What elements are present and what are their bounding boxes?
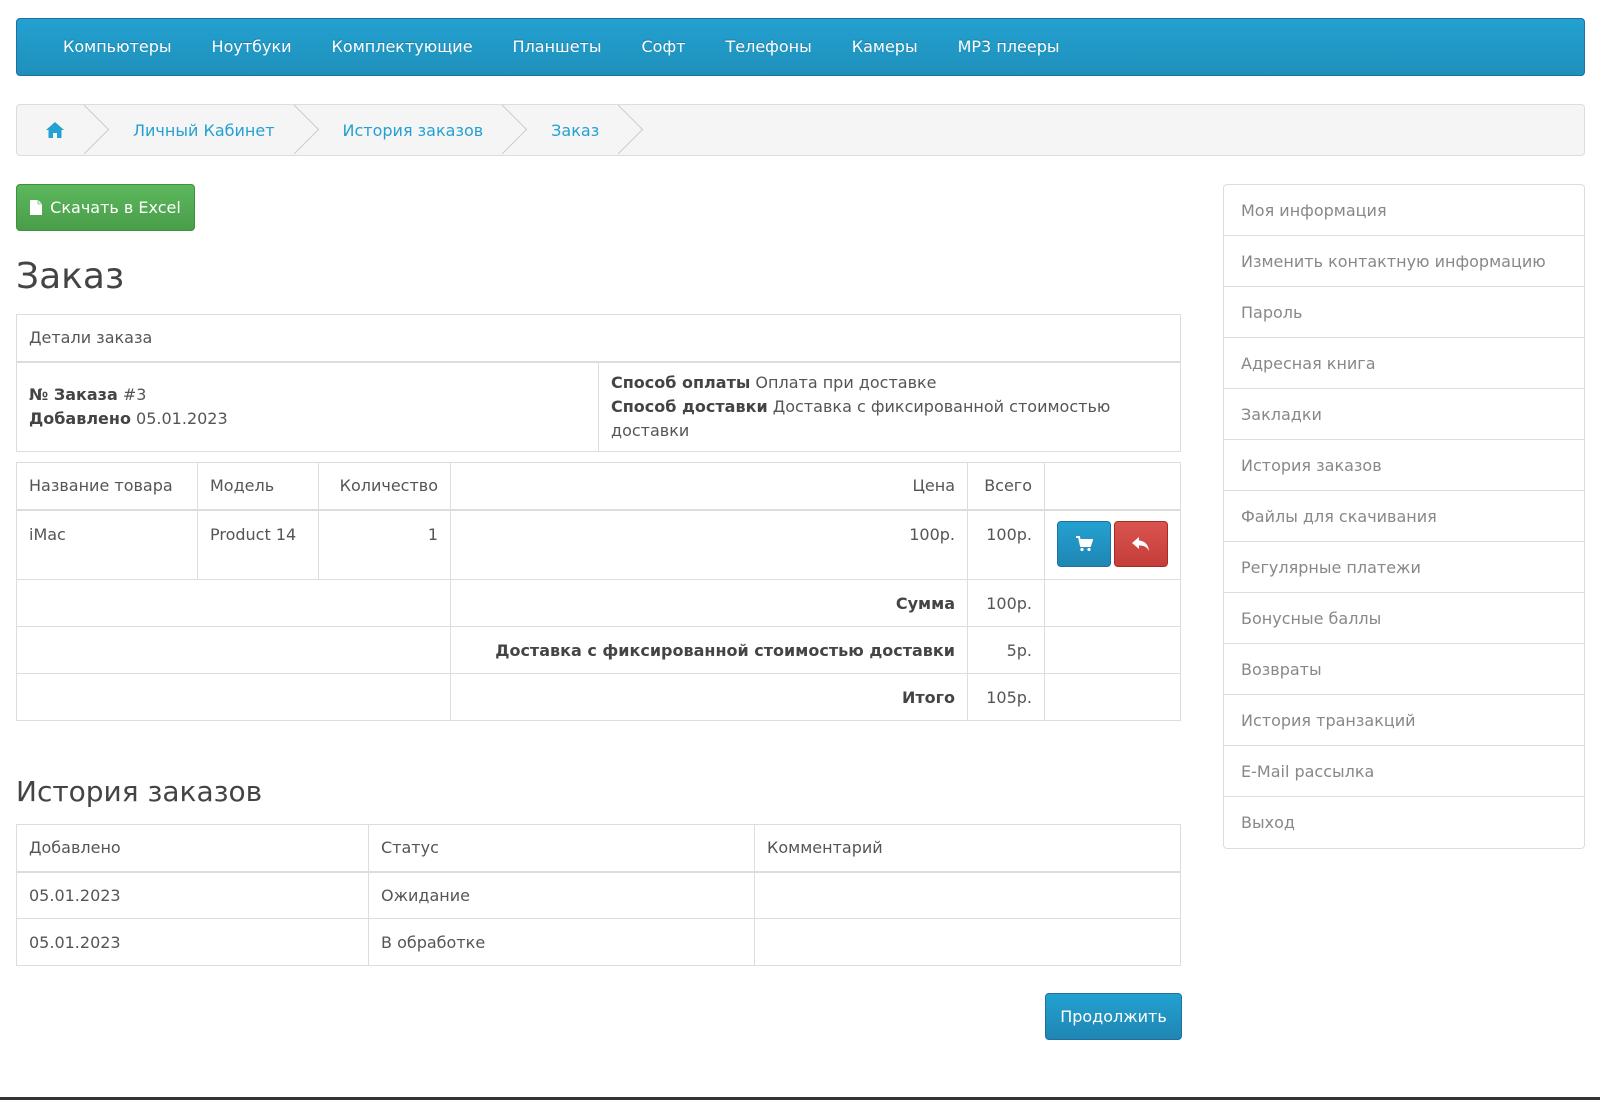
subtotal-value: 100р. (967, 579, 1045, 627)
order-no-value: #3 (122, 384, 147, 404)
return-button[interactable] (1114, 520, 1168, 567)
shipping-label: Способ доставки (611, 396, 768, 416)
grand-total-row: Итого 105р. (16, 673, 1181, 721)
breadcrumb-order[interactable]: Заказ (511, 105, 627, 155)
table-row: 05.01.2023 В обработке (16, 918, 1181, 966)
sidebar-item-returns[interactable]: Возвраты (1224, 644, 1584, 695)
menu-item-tablets[interactable]: Планшеты (493, 18, 622, 76)
shipping-total-value: 5р. (967, 626, 1045, 674)
product-quantity: 1 (318, 509, 451, 580)
sidebar-item-order-history[interactable]: История заказов (1224, 440, 1584, 491)
product-model: Product 14 (197, 509, 319, 580)
sidebar-item-logout[interactable]: Выход (1224, 797, 1584, 848)
reply-icon (1132, 536, 1149, 551)
order-no-label: № Заказа (29, 384, 118, 404)
sidebar-item-address-book[interactable]: Адресная книга (1224, 338, 1584, 389)
menu-item-components[interactable]: Комплектующие (312, 18, 493, 76)
sidebar-item-downloads[interactable]: Файлы для скачивания (1224, 491, 1584, 542)
menu-item-software[interactable]: Софт (622, 18, 706, 76)
col-added: Добавлено (16, 824, 369, 873)
breadcrumb-home[interactable] (17, 105, 93, 155)
col-quantity: Количество (318, 462, 451, 511)
product-total: 100р. (967, 509, 1045, 580)
menu-item-computers[interactable]: Компьютеры (43, 18, 192, 76)
home-icon (46, 122, 64, 138)
table-row: iMac Product 14 1 100р. 100р. (16, 509, 1181, 580)
sidebar-item-password[interactable]: Пароль (1224, 287, 1584, 338)
added-label: Добавлено (29, 408, 131, 428)
products-table: Название товара Модель Количество Цена В… (16, 462, 1181, 721)
col-product-name: Название товара (16, 462, 198, 511)
order-info-cell: № Заказа #3 Добавлено 05.01.2023 (16, 361, 599, 452)
top-menu: Компьютеры Ноутбуки Комплектующие Планше… (16, 18, 1585, 76)
history-status: Ожидание (368, 871, 755, 919)
sidebar-item-edit-contact[interactable]: Изменить контактную информацию (1224, 236, 1584, 287)
order-history-table: Добавлено Статус Комментарий 05.01.2023 … (16, 824, 1181, 966)
col-total: Всего (967, 462, 1045, 511)
payment-value: Оплата при доставке (755, 372, 937, 392)
shipping-row: Доставка с фиксированной стоимостью дост… (16, 626, 1181, 674)
payment-label: Способ оплаты (611, 372, 751, 392)
grand-total-label: Итого (450, 673, 968, 721)
col-status: Статус (368, 824, 755, 873)
history-date: 05.01.2023 (16, 871, 369, 919)
product-actions (1044, 509, 1181, 580)
payment-info-cell: Способ оплаты Оплата при доставке Способ… (598, 361, 1181, 452)
subtotal-label: Сумма (450, 579, 968, 627)
product-name: iMac (16, 509, 198, 580)
reorder-button[interactable] (1057, 520, 1111, 567)
breadcrumb-account[interactable]: Личный Кабинет (93, 105, 303, 155)
cart-icon (1076, 535, 1093, 551)
sidebar-item-transactions[interactable]: История транзакций (1224, 695, 1584, 746)
sidebar-item-wishlist[interactable]: Закладки (1224, 389, 1584, 440)
sidebar-item-reward-points[interactable]: Бонусные баллы (1224, 593, 1584, 644)
history-status: В обработке (368, 918, 755, 966)
product-price: 100р. (450, 509, 968, 580)
history-date: 05.01.2023 (16, 918, 369, 966)
download-excel-button[interactable]: Скачать в Excel (16, 184, 195, 231)
menu-item-phones[interactable]: Телефоны (705, 18, 831, 76)
table-row: 05.01.2023 Ожидание (16, 871, 1181, 919)
download-excel-label: Скачать в Excel (50, 198, 181, 217)
menu-item-cameras[interactable]: Камеры (832, 18, 938, 76)
sidebar-item-newsletter[interactable]: E-Mail рассылка (1224, 746, 1584, 797)
history-comment (754, 871, 1181, 919)
col-price: Цена (450, 462, 968, 511)
file-icon (30, 200, 43, 215)
col-actions (1044, 462, 1181, 511)
shipping-total-label: Доставка с фиксированной стоимостью дост… (450, 626, 968, 674)
account-sidebar: Моя информация Изменить контактную инфор… (1223, 184, 1585, 849)
order-details-header: Детали заказа (16, 314, 1181, 363)
menu-item-mp3[interactable]: MP3 плееры (938, 18, 1080, 76)
col-model: Модель (197, 462, 319, 511)
added-value: 05.01.2023 (136, 408, 228, 428)
subtotal-row: Сумма 100р. (16, 579, 1181, 627)
order-details-table: Детали заказа № Заказа #3 Добавлено 05.0… (16, 314, 1181, 452)
grand-total-value: 105р. (967, 673, 1045, 721)
menu-item-laptops[interactable]: Ноутбуки (192, 18, 312, 76)
breadcrumb: Личный Кабинет История заказов Заказ (16, 104, 1585, 156)
sidebar-item-recurring[interactable]: Регулярные платежи (1224, 542, 1584, 593)
history-comment (754, 918, 1181, 966)
col-comment: Комментарий (754, 824, 1181, 873)
continue-button[interactable]: Продолжить (1045, 993, 1182, 1040)
history-title: История заказов (16, 775, 263, 808)
page-title: Заказ (16, 256, 125, 297)
sidebar-item-my-info[interactable]: Моя информация (1224, 185, 1584, 236)
breadcrumb-order-history[interactable]: История заказов (303, 105, 512, 155)
